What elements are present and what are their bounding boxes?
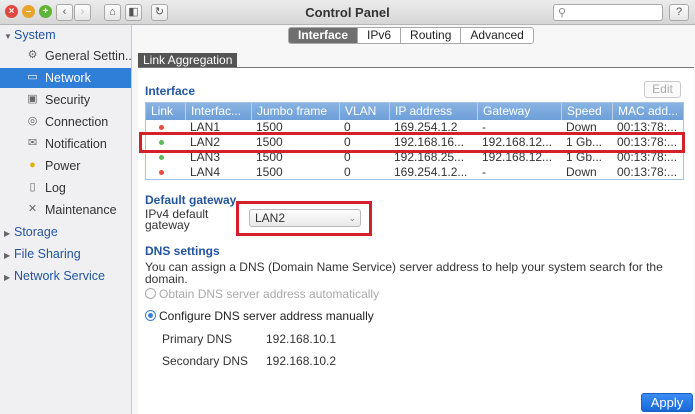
ipv4-gateway-label-line2: gateway <box>145 218 190 232</box>
dns-settings-title: DNS settings <box>145 244 220 258</box>
tab-ipv6[interactable]: IPv6 <box>357 28 400 43</box>
sidebar-group-network-service[interactable]: ▶ Network Service <box>4 266 130 286</box>
edit-button[interactable]: Edit <box>644 81 681 98</box>
cell-interface: LAN4 <box>190 165 221 179</box>
collapsed-arrow-icon: ▶ <box>4 273 11 282</box>
cell-jumbo: 1500 <box>256 165 283 179</box>
tab-bar: Interface IPv6 Routing Advanced <box>288 27 534 44</box>
sidebar-item-connection[interactable]: ◎ Connection <box>0 112 131 132</box>
col-gateway[interactable]: Gateway <box>477 103 561 120</box>
expanded-arrow-icon: ▼ <box>4 32 12 41</box>
interface-panel: Interface Edit Link Interfac... Jumbo fr… <box>138 67 694 414</box>
tab-interface[interactable]: Interface <box>289 28 358 43</box>
col-jumbo-frame[interactable]: Jumbo frame <box>251 103 339 120</box>
status-dot-icon <box>159 155 164 160</box>
cell-gateway: - <box>482 165 486 179</box>
secondary-dns-label: Secondary DNS <box>162 354 249 368</box>
sidebar-group-storage[interactable]: ▶ Storage <box>4 222 130 242</box>
interface-section-title: Interface <box>145 84 196 98</box>
sidebar: ▼ System ⚙ General Settin... ▭ Network ▣ Sec… <box>0 25 132 414</box>
tab-advanced[interactable]: Advanced <box>460 28 532 43</box>
sidebar-item-network[interactable]: ▭ Network <box>0 68 131 88</box>
cell-ip: 169.254.1.2... <box>394 165 468 179</box>
table-row[interactable]: LAN4 1500 0 169.254.1.2... - Down 00:13:… <box>146 165 683 179</box>
search-box[interactable]: ⚲ <box>553 4 663 21</box>
dns-description: You can assign a DNS (Domain Name Servic… <box>145 260 663 286</box>
tab-routing[interactable]: Routing <box>400 28 460 43</box>
status-dot-icon <box>159 125 164 130</box>
sidebar-group-system[interactable]: ▼ System <box>4 25 130 45</box>
network-icon: ▭ <box>27 71 38 83</box>
help-button[interactable]: ? <box>669 4 689 21</box>
sidebar-item-maintenance[interactable]: ✕ Maintenance <box>0 200 131 220</box>
sidebar-item-power[interactable]: ● Power <box>0 156 131 176</box>
cell-speed: Down <box>566 165 597 179</box>
collapsed-arrow-icon: ▶ <box>4 251 11 260</box>
table-header: Link Interfac... Jumbo frame VLAN IP add… <box>146 103 683 120</box>
document-icon: ▯ <box>29 181 36 193</box>
cell-vlan: 0 <box>344 165 351 179</box>
title-bar: × – + ‹ › ⌂ ◧ ↻ Control Panel ⚲ ? <box>0 0 695 25</box>
sidebar-item-log[interactable]: ▯ Log <box>0 178 131 198</box>
dns-auto-option[interactable]: Obtain DNS server address automatically <box>145 287 379 301</box>
col-mac-address[interactable]: MAC add... <box>612 103 683 120</box>
gear-icon: ⚙ <box>27 49 38 61</box>
col-vlan[interactable]: VLAN <box>339 103 389 120</box>
dns-manual-option[interactable]: Configure DNS server address manually <box>145 309 374 323</box>
search-input[interactable] <box>570 6 660 19</box>
lock-icon: ▣ <box>27 93 38 105</box>
search-icon: ⚲ <box>558 7 567 19</box>
col-link[interactable]: Link <box>146 103 185 120</box>
row-highlight-box <box>139 132 685 153</box>
gateway-highlight-box <box>236 201 372 236</box>
sidebar-item-notification[interactable]: ✉ Notification <box>0 134 131 154</box>
col-ip-address[interactable]: IP address <box>389 103 477 120</box>
lightbulb-icon: ● <box>29 159 36 171</box>
tools-icon: ✕ <box>27 203 38 215</box>
link-aggregation-button[interactable]: Link Aggregation <box>138 53 238 68</box>
radio-selected-icon[interactable] <box>145 310 156 321</box>
sidebar-group-file-sharing[interactable]: ▶ File Sharing <box>4 244 130 264</box>
col-interface[interactable]: Interfac... <box>185 103 251 120</box>
help-icon: ? <box>675 6 683 18</box>
primary-dns-value[interactable]: 192.168.10.1 <box>266 332 336 346</box>
content-area: Interface IPv6 Routing Advanced Link Agg… <box>132 25 695 414</box>
envelope-icon: ✉ <box>27 137 38 149</box>
secondary-dns-value[interactable]: 192.168.10.2 <box>266 354 336 368</box>
cell-mac: 00:13:78:... <box>617 165 678 179</box>
radio-unselected-icon[interactable] <box>145 288 156 299</box>
globe-icon: ◎ <box>27 115 38 127</box>
col-speed[interactable]: Speed <box>561 103 612 120</box>
primary-dns-label: Primary DNS <box>162 332 233 346</box>
sidebar-item-security[interactable]: ▣ Security <box>0 90 131 110</box>
apply-button[interactable]: Apply <box>641 393 693 412</box>
sidebar-item-general-settings[interactable]: ⚙ General Settin... <box>0 46 131 66</box>
collapsed-arrow-icon: ▶ <box>4 229 11 238</box>
default-gateway-title: Default gateway <box>145 193 237 207</box>
status-dot-icon <box>159 170 164 175</box>
